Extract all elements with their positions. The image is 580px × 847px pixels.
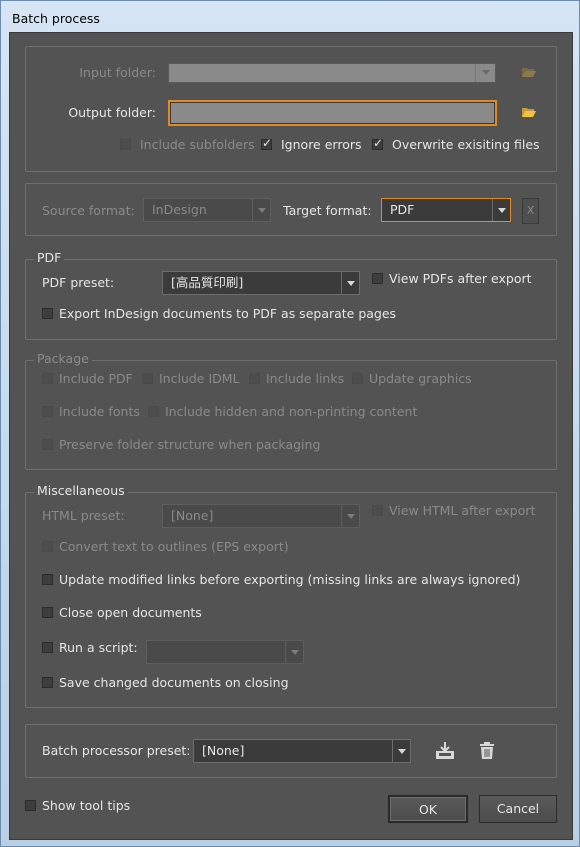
ignore-errors-checkbox[interactable] [261,136,272,150]
script-select[interactable] [146,640,304,664]
include-fonts-checkbox[interactable] [42,406,53,417]
run-script-label: Run a script: [59,640,138,655]
include-links-checkbox[interactable] [249,373,260,384]
view-pdfs-checkbox[interactable] [372,273,383,284]
include-links-label: Include links [266,371,345,386]
run-script-checkbox[interactable] [42,642,53,653]
output-folder-browse-icon[interactable] [521,106,537,118]
batch-preset-label: Batch processor preset: [42,743,191,758]
include-subfolders-checkbox[interactable] [120,139,131,150]
html-preset-label: HTML preset: [42,508,125,523]
input-folder-label: Input folder: [79,65,156,80]
window-title: Batch process [12,11,100,26]
include-hidden-label: Include hidden and non-printing content [165,404,418,419]
view-html-checkbox[interactable] [372,505,383,516]
update-links-label: Update modified links before exporting (… [59,572,521,587]
output-folder-field[interactable] [168,100,497,126]
include-subfolders-label: Include subfolders [140,137,255,152]
title-bar: Batch process [1,1,579,33]
include-idml-checkbox[interactable] [142,373,153,384]
include-pdf-label: Include PDF [59,371,133,386]
clear-target-button[interactable]: X [522,198,539,224]
include-pdf-checkbox[interactable] [42,373,53,384]
view-html-label: View HTML after export [389,503,536,518]
separate-pages-checkbox[interactable] [42,308,53,319]
show-tooltips-label: Show tool tips [42,798,131,813]
save-preset-icon[interactable] [434,741,456,761]
close-docs-label: Close open documents [59,605,202,620]
source-format-label: Source format: [42,203,135,218]
close-docs-checkbox[interactable] [42,607,53,618]
cancel-button[interactable]: Cancel [479,795,557,823]
html-preset-select[interactable]: [None] [162,504,360,528]
update-links-checkbox[interactable] [42,574,53,585]
include-hidden-checkbox[interactable] [148,406,159,417]
separate-pages-label: Export InDesign documents to PDF as sepa… [59,306,397,321]
convert-outlines-label: Convert text to outlines (EPS export) [59,539,289,554]
view-pdfs-label: View PDFs after export [389,271,532,286]
dialog-body: Input folder: Output folder: Include sub… [9,32,573,840]
overwrite-checkbox[interactable] [372,136,383,150]
input-folder-field[interactable] [168,63,496,83]
pdf-preset-select[interactable]: [高品質印刷] [162,271,360,295]
preserve-structure-checkbox[interactable] [42,439,53,450]
input-folder-dropdown[interactable] [475,64,495,82]
update-graphics-checkbox[interactable] [352,373,363,384]
batch-process-window: Batch process Input folder: Output folde… [0,0,580,847]
package-legend: Package [34,351,92,366]
convert-outlines-checkbox[interactable] [42,541,53,552]
output-folder-label: Output folder: [68,105,156,120]
update-graphics-label: Update graphics [369,371,472,386]
save-changed-checkbox[interactable] [42,677,53,688]
ignore-errors-label: Ignore errors [281,137,362,152]
batch-preset-select[interactable]: [None] [193,739,411,763]
save-changed-label: Save changed documents on closing [59,675,289,690]
preserve-structure-label: Preserve folder structure when packaging [59,437,321,452]
target-format-select[interactable]: PDF [381,198,511,222]
show-tooltips-checkbox[interactable] [25,800,36,811]
pdf-preset-label: PDF preset: [42,275,115,290]
overwrite-label: Overwrite exisiting files [392,137,540,152]
target-format-label: Target format: [283,203,372,218]
source-format-select[interactable]: InDesign [143,198,271,222]
input-folder-browse-icon[interactable] [521,66,537,78]
delete-preset-icon[interactable] [478,741,496,761]
include-fonts-label: Include fonts [59,404,140,419]
pdf-legend: PDF [34,250,65,265]
include-idml-label: Include IDML [159,371,240,386]
misc-legend: Miscellaneous [34,483,128,498]
ok-button[interactable]: OK [388,795,468,823]
